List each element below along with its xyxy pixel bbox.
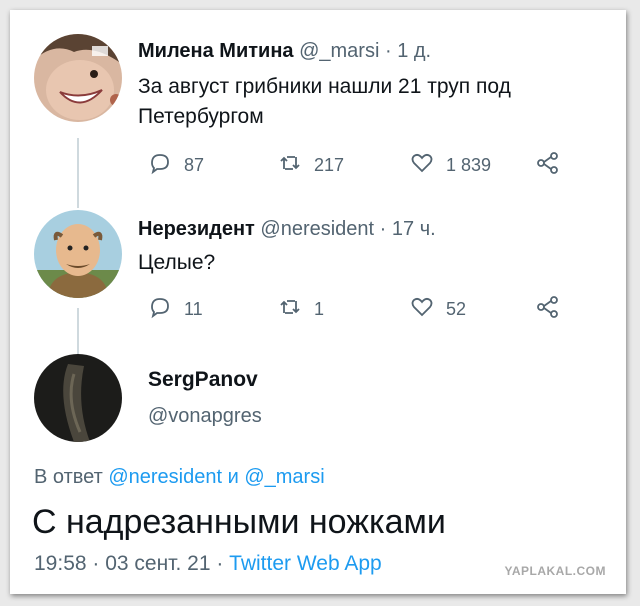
like-count: 52 — [446, 298, 467, 319]
like-icon — [410, 295, 434, 324]
like-button[interactable]: 52 — [410, 296, 466, 322]
separator: · — [384, 40, 392, 62]
handle[interactable]: @_marsi — [299, 40, 379, 62]
display-name[interactable]: SergPanov — [148, 368, 258, 392]
retweet-button[interactable]: 1 — [278, 296, 324, 322]
avatar[interactable] — [34, 34, 122, 122]
reply-icon — [148, 151, 172, 180]
separator: · — [379, 218, 387, 240]
tweet-actions: 87 217 1 839 — [138, 151, 578, 180]
reply-icon — [148, 295, 172, 324]
reply-context: В ответ @neresident и @_marsi — [34, 466, 325, 489]
tweet-timestamp: 19:58 · 03 сент. 21 · Twitter Web App — [34, 552, 382, 576]
tweet-text: За август грибники нашли 21 труп под Пет… — [138, 72, 608, 132]
tweet-text: Целые? — [138, 248, 608, 278]
handle[interactable]: @vonapgres — [148, 405, 262, 428]
mention-link[interactable]: @neresident — [108, 466, 222, 488]
retweet-icon — [278, 295, 302, 324]
share-button[interactable] — [536, 295, 560, 324]
retweet-count: 217 — [314, 154, 345, 175]
watermark: YAPLAKAL.COM — [504, 564, 606, 578]
avatar[interactable] — [34, 210, 122, 298]
share-button[interactable] — [536, 151, 560, 180]
mention-link[interactable]: @_marsi — [244, 466, 324, 488]
share-icon — [536, 295, 560, 324]
display-name[interactable]: Милена Митина — [138, 40, 294, 62]
reply-conjunction: и — [227, 466, 239, 488]
retweet-button[interactable]: 217 — [278, 152, 344, 178]
like-count: 1 839 — [446, 154, 492, 175]
like-button[interactable]: 1 839 — [410, 152, 491, 178]
reply-button[interactable]: 87 — [148, 152, 204, 178]
reply-prefix: В ответ — [34, 466, 103, 488]
tweet-text-line: Петербургом — [138, 105, 264, 128]
retweet-icon — [278, 151, 302, 180]
reply-count: 11 — [184, 298, 203, 319]
reply-count: 87 — [184, 154, 205, 175]
handle[interactable]: @neresident — [260, 218, 374, 240]
thread-connector — [77, 308, 79, 354]
display-name[interactable]: Нерезидент — [138, 218, 255, 240]
tweet-actions: 11 1 52 — [138, 295, 578, 324]
share-icon — [536, 151, 560, 180]
source-link[interactable]: Twitter Web App — [229, 552, 382, 575]
tweet-time[interactable]: 1 д. — [397, 40, 431, 62]
tweet-header: Нерезидент @neresident · 17 ч. — [138, 218, 436, 241]
timestamp-text[interactable]: 19:58 · 03 сент. 21 · — [34, 552, 229, 575]
tweet-text-line: За август грибники нашли 21 труп под — [138, 75, 511, 98]
tweet-text: С надрезанными ножками — [32, 503, 446, 541]
thread-connector — [77, 138, 79, 208]
avatar[interactable] — [34, 354, 122, 442]
tweet-text-line: Целые? — [138, 251, 216, 274]
tweet-time[interactable]: 17 ч. — [392, 218, 436, 240]
tweet-thread-card: Милена Митина @_marsi · 1 д. За август г… — [10, 10, 626, 594]
tweet-header: Милена Митина @_marsi · 1 д. — [138, 40, 431, 63]
reply-button[interactable]: 11 — [148, 296, 203, 322]
retweet-count: 1 — [314, 298, 325, 319]
like-icon — [410, 151, 434, 180]
